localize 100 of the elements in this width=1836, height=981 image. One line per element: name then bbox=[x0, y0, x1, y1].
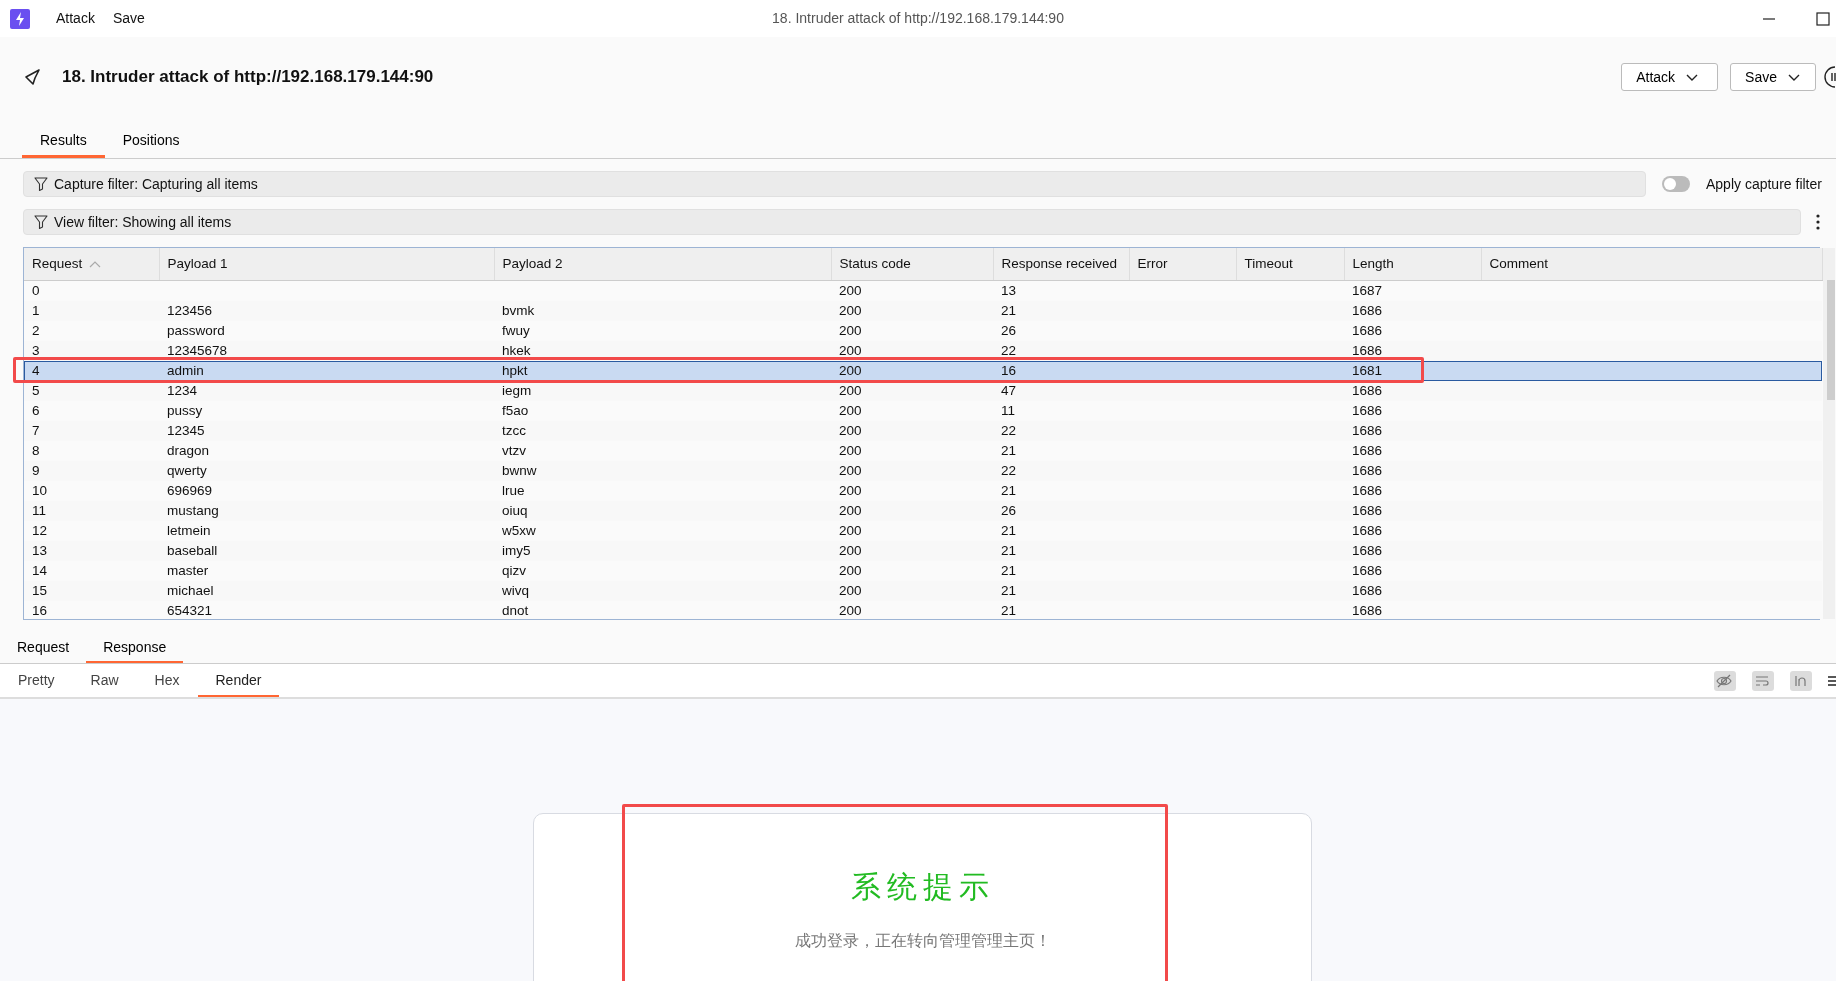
table-cell-text: 12 bbox=[31, 521, 49, 540]
hide-icon[interactable] bbox=[1714, 671, 1736, 691]
table-cell: 200 bbox=[831, 280, 993, 301]
column-header[interactable]: Length bbox=[1344, 248, 1481, 280]
table-row[interactable]: 13 baseball imy5 200 21 1686 bbox=[24, 540, 1822, 561]
table-cell-text: 21 bbox=[1000, 521, 1018, 540]
table-cell-text: 200 bbox=[838, 321, 863, 340]
table-cell-text: 6 bbox=[31, 401, 41, 420]
column-label: Request bbox=[32, 255, 83, 271]
table-cell: 13 bbox=[993, 280, 1129, 301]
toggle-switch[interactable] bbox=[1662, 176, 1690, 192]
tab[interactable]: Pretty bbox=[0, 670, 73, 697]
table-cell-text: 1686 bbox=[1351, 481, 1384, 500]
filter-label: View filter: Showing all items bbox=[54, 212, 232, 232]
menu-item[interactable]: Attack bbox=[56, 8, 95, 29]
table-row[interactable]: 1 123456 bvmk 200 21 1686 bbox=[24, 300, 1822, 321]
table-cell-text: 200 bbox=[838, 401, 863, 420]
table-cell-text: dnot bbox=[501, 601, 530, 620]
column-header[interactable]: Error bbox=[1129, 248, 1236, 280]
table-row[interactable]: 10 696969 lrue 200 21 1686 bbox=[24, 480, 1822, 501]
table-row[interactable]: 7 12345 tzcc 200 22 1686 bbox=[24, 420, 1822, 441]
table-row[interactable]: 5 1234 iegm 200 47 1686 bbox=[24, 380, 1822, 401]
filter-icon bbox=[34, 176, 48, 192]
menu-item[interactable]: Save bbox=[112, 8, 145, 29]
table-cell-text: 26 bbox=[1000, 321, 1018, 340]
column-header[interactable]: Timeout bbox=[1236, 248, 1344, 280]
table-row[interactable]: 0 200 13 1687 bbox=[24, 280, 1822, 301]
table-cell-text: 21 bbox=[1000, 481, 1018, 500]
table-cell-text: 21 bbox=[1000, 441, 1018, 460]
table-row[interactable]: 4 admin hpkt 200 16 1681 bbox=[24, 360, 1822, 381]
tab[interactable]: Request bbox=[0, 637, 87, 663]
back-icon[interactable] bbox=[24, 68, 42, 86]
table-cell-text: letmein bbox=[166, 521, 212, 540]
tab[interactable]: Render bbox=[197, 670, 280, 697]
dropdown-button[interactable]: Attack bbox=[1621, 63, 1719, 91]
table-row[interactable]: 15 michael wivq 200 21 1686 bbox=[24, 580, 1822, 601]
column-header[interactable]: Payload 1 bbox=[159, 248, 494, 280]
table-cell-text: lrue bbox=[501, 481, 526, 500]
menu-icon[interactable] bbox=[1828, 675, 1836, 687]
column-header[interactable]: Payload 2 bbox=[494, 248, 831, 280]
table-cell-text: 14 bbox=[31, 561, 49, 580]
table-cell: 4 bbox=[24, 360, 159, 381]
table-row[interactable]: 2 password fwuy 200 26 1686 bbox=[24, 320, 1822, 341]
table-cell-text: 1686 bbox=[1351, 521, 1384, 540]
column-label: Length bbox=[1352, 255, 1394, 271]
dropdown-button[interactable]: Save bbox=[1730, 63, 1816, 91]
column-header[interactable]: Response received bbox=[993, 248, 1129, 280]
table-cell-text: 200 bbox=[838, 561, 863, 580]
table-cell-text: 2 bbox=[31, 321, 41, 340]
column-header[interactable]: Request bbox=[24, 248, 159, 280]
capture-filter-bar[interactable]: Capture filter: Capturing all items bbox=[23, 171, 1646, 197]
table-cell-text: 11 bbox=[1000, 401, 1016, 420]
table-cell-text: 696969 bbox=[166, 481, 214, 500]
tab[interactable]: Results bbox=[22, 130, 105, 158]
table-cell-text: password bbox=[166, 321, 226, 340]
scrollbar-thumb[interactable] bbox=[1826, 280, 1835, 400]
message-text: 成功登录，正在转向管理管理主页！ bbox=[793, 931, 1052, 951]
table-cell-text: 1686 bbox=[1351, 441, 1384, 460]
table-cell: 16 bbox=[993, 360, 1129, 381]
table-row[interactable]: 6 pussy f5ao 200 11 1686 bbox=[24, 400, 1822, 421]
table-cell-text: 8 bbox=[31, 441, 41, 460]
column-label: Status code bbox=[839, 255, 911, 271]
maximize-icon[interactable] bbox=[1816, 11, 1830, 26]
table-cell-text: dragon bbox=[166, 441, 211, 460]
window-title: 18. Intruder attack of http://192.168.179.144:90 bbox=[772, 9, 1064, 28]
table-cell-text: 200 bbox=[838, 481, 863, 500]
table-cell-text: 16 bbox=[31, 601, 49, 620]
filter-icon bbox=[34, 214, 48, 230]
table-cell-text: 10 bbox=[31, 481, 49, 500]
view-filter-bar[interactable]: View filter: Showing all items bbox=[23, 209, 1801, 235]
tab[interactable]: Positions bbox=[104, 130, 198, 158]
table-cell-text: 1686 bbox=[1351, 401, 1384, 420]
table-row[interactable]: 3 12345678 hkek 200 22 1686 bbox=[24, 340, 1822, 361]
table-row[interactable]: 8 dragon vtzv 200 21 1686 bbox=[24, 440, 1822, 461]
table-row[interactable]: 12 letmein w5xw 200 21 1686 bbox=[24, 520, 1822, 541]
table-row[interactable]: 11 mustang oiuq 200 26 1686 bbox=[24, 500, 1822, 521]
table-cell-text: 1686 bbox=[1351, 321, 1384, 340]
column-header[interactable]: Comment bbox=[1481, 248, 1822, 280]
column-label: Comment bbox=[1489, 255, 1548, 271]
newline-icon[interactable] bbox=[1790, 671, 1812, 691]
more-options-icon[interactable] bbox=[1816, 214, 1820, 230]
table-cell-text: 200 bbox=[838, 601, 863, 620]
table-cell-text: master bbox=[166, 561, 210, 580]
tab[interactable]: Hex bbox=[136, 670, 198, 697]
table-cell-text: fwuy bbox=[501, 321, 531, 340]
table-cell-text: vtzv bbox=[501, 441, 527, 460]
tab[interactable]: Raw bbox=[72, 670, 137, 697]
message-title: 系统提示 bbox=[849, 869, 996, 905]
table-cell-text: 21 bbox=[1000, 601, 1018, 620]
pause-icon[interactable] bbox=[1824, 66, 1836, 88]
table-cell-text: qizv bbox=[501, 561, 527, 580]
table-cell-text: pussy bbox=[166, 401, 204, 420]
app-logo-icon bbox=[10, 8, 30, 29]
table-cell-text: 200 bbox=[838, 441, 863, 460]
table-row[interactable]: 14 master qizv 200 21 1686 bbox=[24, 560, 1822, 581]
table-cell: 0 bbox=[24, 280, 159, 301]
table-row[interactable]: 9 qwerty bwnw 200 22 1686 bbox=[24, 460, 1822, 481]
table-row[interactable]: 16 654321 dnot 200 21 1686 bbox=[24, 600, 1822, 621]
table-cell-text: 654321 bbox=[166, 601, 214, 620]
column-header[interactable]: Status code bbox=[831, 248, 993, 280]
